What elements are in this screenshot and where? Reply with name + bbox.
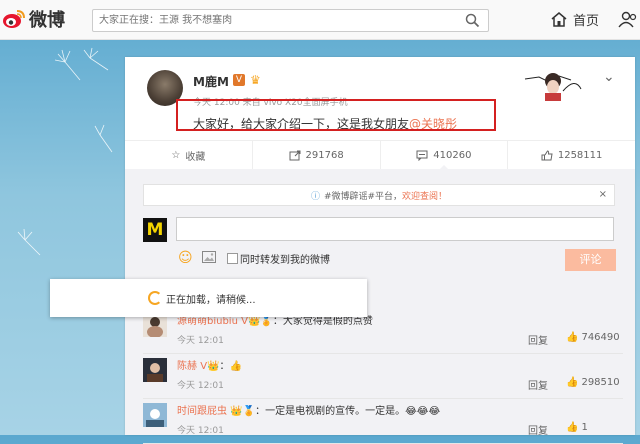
repost-count: 291768 — [305, 149, 344, 161]
post-action-bar: ☆ 收藏 291768 410260 1258111 — [125, 140, 635, 170]
commenter-name[interactable]: 陈赫 — [177, 361, 197, 372]
commenter-avatar[interactable] — [143, 403, 167, 427]
top-nav-bar: 微博 首页 — [0, 0, 640, 40]
comment-input[interactable] — [176, 217, 614, 241]
like-count: 1258111 — [557, 149, 603, 161]
repost-icon — [289, 150, 301, 160]
emoji-icon[interactable]: ☺ — [178, 250, 193, 266]
weibo-logo[interactable]: 微博 — [2, 6, 65, 32]
rumor-notice: ⓘ #微博辟谣#平台， 欢迎查阅！ × — [143, 184, 615, 206]
reply-button[interactable]: 回复 — [528, 332, 548, 347]
commenter-badges: V👑🏅 — [241, 316, 273, 327]
comment-text: 陈赫 V👑：👍 — [177, 357, 242, 372]
loading-spinner-icon — [148, 291, 162, 305]
commenter-badges: V👑 — [200, 361, 220, 372]
comment-like-count: 746490 — [581, 332, 620, 343]
star-icon: ☆ — [171, 149, 181, 161]
search-input[interactable] — [99, 12, 459, 29]
highlight-box — [176, 99, 496, 131]
favorite-button[interactable]: ☆ 收藏 — [125, 141, 253, 169]
close-icon[interactable]: × — [599, 189, 607, 200]
search-box — [92, 9, 489, 32]
author-name[interactable]: M鹿M — [193, 73, 229, 90]
commenter-name[interactable]: 时间跟屁虫 — [177, 406, 227, 417]
comment-count: 410260 — [433, 149, 472, 161]
nav-home-link[interactable]: 首页 — [551, 10, 599, 29]
comment-like-button[interactable]: 👍 746490 — [566, 332, 620, 343]
nav-home-label: 首页 — [573, 14, 600, 29]
notice-text: #微博辟谣#平台， — [323, 191, 403, 202]
comment-icon — [416, 150, 428, 161]
profile-decoration-image — [524, 73, 582, 101]
member-crown-icon[interactable]: ♛ — [250, 73, 261, 87]
like-button[interactable]: 1258111 — [508, 141, 635, 169]
info-icon: ⓘ — [310, 191, 320, 202]
image-icon[interactable] — [202, 251, 216, 263]
loading-text: 正在加载，请稍候... — [166, 295, 256, 306]
notice-link[interactable]: 欢迎查阅！ — [402, 189, 447, 202]
submit-comment-button[interactable]: 评论 — [565, 249, 616, 271]
commenter-badges: 👑🏅 — [230, 406, 256, 417]
current-user-avatar: M — [143, 218, 167, 242]
comment-like-count: 1 — [581, 422, 588, 433]
comment-time: 今天 12:01 — [177, 336, 224, 346]
comment-body: ：一定是电视剧的宣传。一定是。😂😂😂 — [255, 406, 441, 417]
comment-body: ：大家觉得是假的点赞 — [272, 316, 373, 327]
friends-icon[interactable] — [618, 11, 638, 29]
comment-like-button[interactable]: 👍 1 — [566, 422, 588, 433]
comment-body: ：👍 — [219, 361, 242, 372]
repost-checkbox[interactable] — [227, 253, 238, 264]
thumbs-up-icon — [541, 149, 553, 160]
comment-time: 今天 12:01 — [177, 426, 224, 436]
verified-badge[interactable]: V — [233, 74, 245, 86]
home-icon — [551, 12, 567, 27]
thumbs-up-icon: 👍 — [566, 422, 579, 433]
chevron-down-icon[interactable]: ⌄ — [603, 69, 615, 85]
loading-popup: 正在加载，请稍候... — [50, 279, 367, 317]
reply-button[interactable]: 回复 — [528, 377, 548, 392]
commenter-avatar[interactable] — [143, 358, 167, 382]
favorite-label: 收藏 — [185, 151, 206, 163]
comment-item: 时间跟屁虫 👑🏅：一定是电视剧的宣传。一定是。😂😂😂 今天 12:01 回复 👍… — [143, 399, 623, 444]
comment-like-count: 298510 — [581, 377, 620, 388]
commenter-name[interactable]: 源萌萌biubiu — [177, 316, 238, 327]
comment-like-button[interactable]: 👍 298510 — [566, 377, 620, 388]
dandelion-decoration — [17, 47, 113, 256]
comment-button[interactable]: 410260 — [381, 141, 509, 170]
repost-checkbox-label: 同时转发到我的微博 — [240, 255, 330, 266]
comment-text: 时间跟屁虫 👑🏅：一定是电视剧的宣传。一定是。😂😂😂 — [177, 402, 440, 417]
weibo-post-card: M鹿M V ♛ 今天 12:00 来自 vivo X20全面屏手机 大家好，给大… — [125, 57, 635, 444]
comment-item: 陈赫 V👑：👍 今天 12:01 回复 👍 298510 — [143, 354, 623, 399]
weibo-eye-icon — [3, 10, 25, 28]
search-icon[interactable] — [465, 13, 480, 28]
thumbs-up-icon: 👍 — [566, 377, 579, 388]
comment-time: 今天 12:01 — [177, 381, 224, 391]
thumbs-up-icon: 👍 — [566, 332, 579, 343]
logo-text: 微博 — [29, 10, 65, 31]
repost-button[interactable]: 291768 — [253, 141, 381, 169]
